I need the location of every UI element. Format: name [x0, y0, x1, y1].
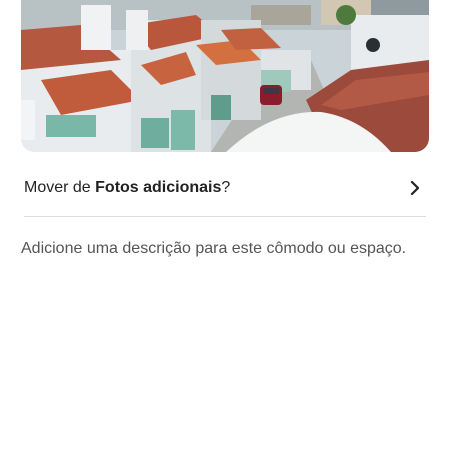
description-prompt[interactable]: Adicione uma descrição para este cômodo … [21, 236, 421, 262]
photo-detail-screen: Mover de Fotos adicionais? Adicione uma … [0, 0, 450, 450]
room-photo[interactable] [21, 0, 429, 152]
move-prefix: Mover de [24, 179, 96, 196]
house-photo-image [21, 0, 429, 152]
album-name: Fotos adicionais [95, 179, 222, 196]
divider [24, 216, 426, 217]
chevron-right-icon [408, 181, 422, 195]
move-photo-text: Mover de Fotos adicionais? [24, 178, 230, 198]
move-suffix: ? [221, 179, 231, 196]
move-photo-row[interactable]: Mover de Fotos adicionais? [24, 170, 428, 206]
